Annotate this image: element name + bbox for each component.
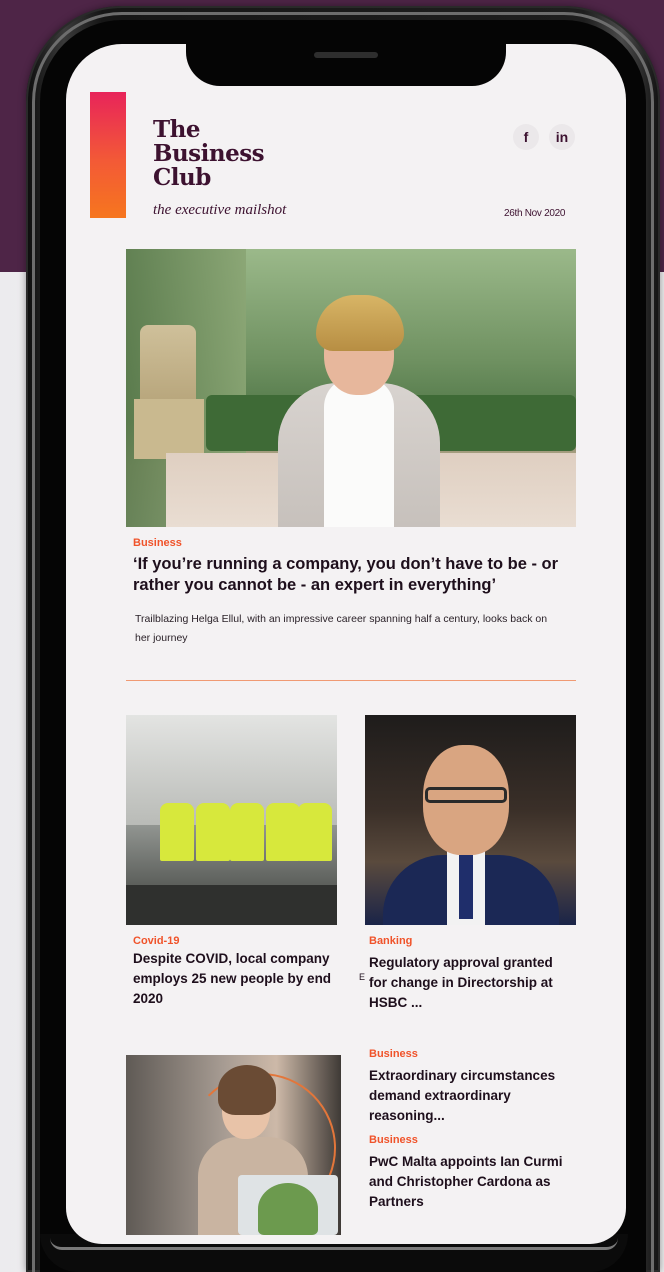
brand-tagline: the executive mailshot	[153, 202, 287, 218]
speaker-grille	[314, 52, 378, 58]
logo-line-2: Business	[153, 140, 265, 167]
stray-character: E	[359, 972, 366, 982]
facebook-icon[interactable]: f	[513, 124, 539, 150]
section-divider	[126, 680, 576, 681]
article-category: Business	[369, 1048, 418, 1060]
article-image-banking[interactable]	[365, 715, 576, 925]
article-title[interactable]: Extraordinary circumstances demand extra…	[369, 1066, 569, 1126]
article-image-business[interactable]	[126, 1055, 341, 1235]
article-title[interactable]: Regulatory approval granted for change i…	[369, 953, 569, 1013]
article-title[interactable]: Despite COVID, local company employs 25 …	[133, 949, 333, 1009]
article-title[interactable]: PwC Malta appoints Ian Curmi and Christo…	[369, 1152, 569, 1212]
phone-screen: The Business Club the executive mailshot…	[66, 44, 626, 1244]
brand-logo[interactable]: The Business Club	[153, 116, 265, 191]
hero-image[interactable]	[126, 249, 576, 527]
phone-notch	[186, 44, 506, 86]
article-category: Covid-19	[133, 935, 180, 947]
article-image-covid[interactable]	[126, 715, 337, 925]
hero-headline[interactable]: ‘If you’re running a company, you don’t …	[133, 554, 593, 596]
logo-line-3: Club	[153, 164, 211, 191]
logo-line-1: The	[153, 116, 200, 143]
linkedin-icon[interactable]: in	[549, 124, 575, 150]
hero-category: Business	[133, 537, 182, 549]
issue-date: 26th Nov 2020	[504, 208, 566, 219]
hero-summary: Trailblazing Helga Ellul, with an impres…	[135, 613, 548, 644]
article-category: Business	[369, 1134, 418, 1146]
article-category: Banking	[369, 935, 413, 947]
brand-accent-bar	[90, 92, 126, 218]
